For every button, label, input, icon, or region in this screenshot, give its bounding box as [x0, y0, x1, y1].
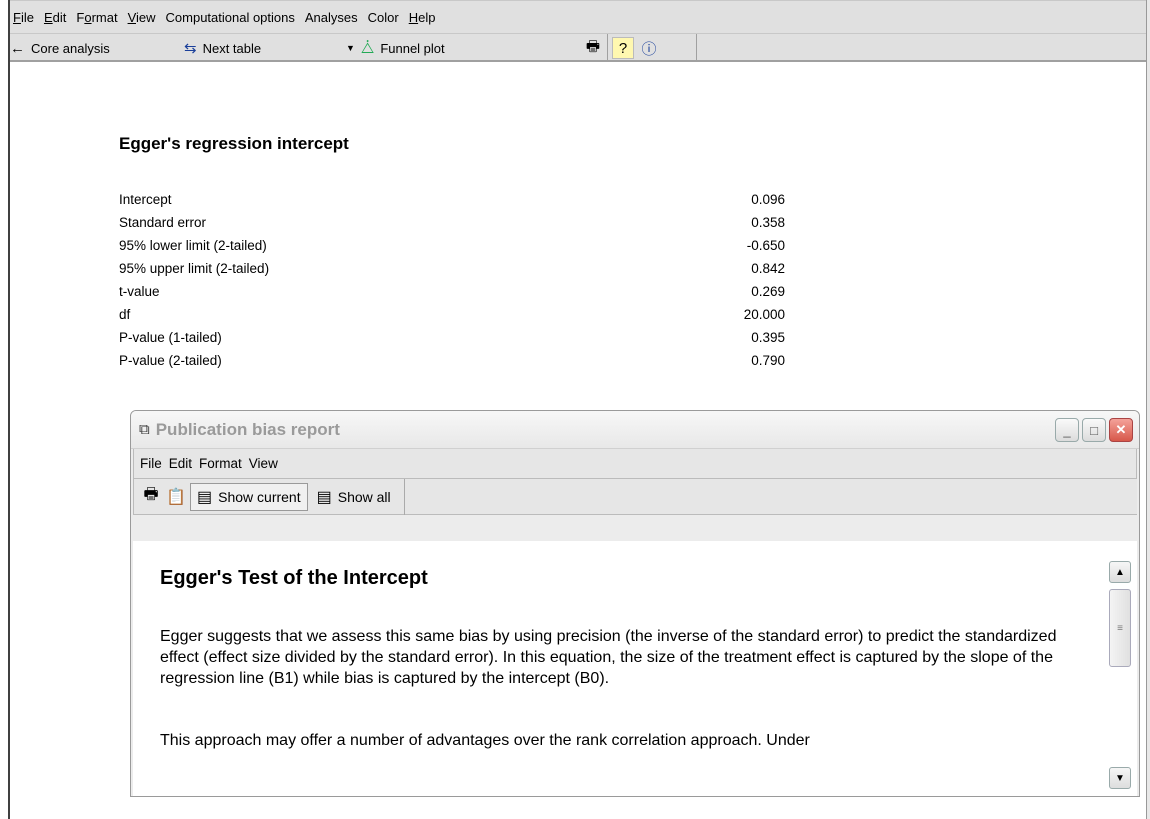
stat-value: 0.096	[751, 192, 785, 207]
stat-label: 95% lower limit (2-tailed)	[119, 238, 267, 253]
app-window: File Edit Format View Computational opti…	[0, 0, 1150, 819]
stat-label: 95% upper limit (2-tailed)	[119, 261, 270, 276]
arrow-left-icon: ←	[10, 39, 25, 57]
stat-value: 0.842	[751, 261, 785, 276]
toolbar-separator	[403, 478, 405, 515]
menu-view[interactable]: View	[128, 10, 156, 25]
report-title: Egger's regression intercept	[119, 134, 349, 153]
menu-computational-options[interactable]: Computational options	[166, 10, 295, 25]
stat-value: 0.269	[751, 284, 785, 299]
child-menu-file[interactable]: File	[140, 456, 162, 471]
stat-row: 95% upper limit (2-tailed) 0.842	[119, 257, 785, 280]
toolbar-separator	[607, 34, 608, 62]
stat-row: 95% lower limit (2-tailed) -0.650	[119, 234, 785, 257]
window-right-border	[1146, 0, 1150, 819]
stat-row: df 20.000	[119, 303, 785, 326]
scroll-up-button[interactable]: ▲	[1109, 561, 1131, 583]
core-analysis-button[interactable]: ← Core analysis	[10, 37, 110, 59]
stat-row: P-value (1-tailed) 0.395	[119, 326, 785, 349]
funnel-plot-label: Funnel plot	[380, 40, 445, 56]
child-title-bar[interactable]: ⧉ Publication bias report _ □ ✕	[131, 411, 1139, 449]
document-icon: ▤	[197, 488, 213, 506]
stat-row: P-value (2-tailed) 0.790	[119, 349, 785, 372]
child-window-title: Publication bias report	[155, 419, 340, 439]
maximize-button[interactable]: □	[1082, 418, 1106, 442]
content-paragraph: This approach may offer a number of adva…	[160, 732, 810, 749]
dropdown-arrow-icon: ▼	[346, 43, 355, 53]
close-button[interactable]: ✕	[1109, 418, 1133, 442]
child-toolbar: 🖶 📋 ▤ Show current ▤ Show all	[133, 478, 1137, 515]
window-app-icon: ⧉	[139, 421, 150, 438]
stat-value: -0.650	[746, 238, 785, 253]
scroll-down-button[interactable]: ▼	[1109, 767, 1131, 789]
stat-label: Intercept	[119, 192, 172, 207]
window-left-border	[0, 0, 10, 819]
menu-analyses[interactable]: Analyses	[305, 10, 358, 25]
stat-label: P-value (2-tailed)	[119, 353, 222, 368]
show-all-button[interactable]: ▤ Show all	[310, 483, 398, 511]
toolbar-separator	[696, 34, 697, 62]
help-pointer-icon[interactable]: ?	[612, 37, 634, 59]
menu-color[interactable]: Color	[368, 10, 399, 25]
core-analysis-label: Core analysis	[31, 40, 110, 56]
main-toolbar: ← Core analysis ⇆ Next table ▼ ⧊ Funnel …	[10, 34, 1146, 62]
menubar: File Edit Format View Computational opti…	[10, 0, 1146, 34]
show-current-label: Show current	[218, 488, 301, 505]
stat-label: t-value	[119, 284, 160, 299]
funnel-plot-button[interactable]: ▼ ⧊ Funnel plot	[346, 37, 445, 59]
stat-value: 0.395	[751, 330, 785, 345]
stat-row: Intercept 0.096	[119, 188, 785, 211]
menu-edit[interactable]: Edit	[44, 10, 66, 25]
print-icon[interactable]: 🖶	[582, 37, 604, 59]
report-content: Egger's Test of the Intercept Egger sugg…	[133, 541, 1137, 796]
publication-bias-window[interactable]: ⧉ Publication bias report _ □ ✕ File Edi…	[130, 410, 1140, 797]
document-icon: ▤	[316, 488, 332, 506]
vertical-scrollbar[interactable]: ▲ ≡ ▼	[1109, 561, 1131, 789]
content-heading: Egger's Test of the Intercept	[160, 567, 428, 589]
menu-file[interactable]: File	[13, 10, 34, 25]
stat-row: t-value 0.269	[119, 280, 785, 303]
show-all-label: Show all	[337, 488, 391, 505]
stat-value: 0.790	[751, 353, 785, 368]
funnel-plot-icon: ⧊	[360, 39, 375, 57]
stat-value: 0.358	[751, 215, 785, 230]
child-menu-view[interactable]: View	[249, 456, 278, 471]
main-area: File Edit Format View Computational opti…	[10, 0, 1146, 819]
next-table-button[interactable]: ⇆ Next table	[184, 37, 261, 59]
child-menubar: File Edit Format View	[133, 449, 1137, 479]
minimize-button[interactable]: _	[1055, 418, 1079, 442]
content-paragraph: Egger suggests that we assess this same …	[160, 628, 1057, 687]
scrollbar-thumb[interactable]: ≡	[1109, 589, 1131, 667]
next-table-label: Next table	[202, 40, 262, 56]
print-icon[interactable]: 🖶	[140, 486, 162, 508]
info-icon[interactable]: ⓘ	[638, 37, 660, 59]
stat-value: 20.000	[743, 307, 785, 322]
menu-format[interactable]: Format	[76, 10, 117, 25]
stat-label: P-value (1-tailed)	[119, 330, 222, 345]
menu-help[interactable]: Help	[409, 10, 436, 25]
clipboard-icon[interactable]: 📋	[165, 486, 187, 508]
stat-label: df	[119, 307, 131, 322]
stat-row: Standard error 0.358	[119, 211, 785, 234]
child-menu-edit[interactable]: Edit	[169, 456, 192, 471]
next-table-icon: ⇆	[184, 40, 197, 57]
show-current-button[interactable]: ▤ Show current	[190, 482, 308, 511]
window-controls: _ □ ✕	[1052, 418, 1133, 442]
stat-label: Standard error	[119, 215, 207, 230]
stats-table: Intercept 0.096 Standard error 0.358 95% l…	[119, 188, 785, 372]
child-menu-format[interactable]: Format	[199, 456, 242, 471]
